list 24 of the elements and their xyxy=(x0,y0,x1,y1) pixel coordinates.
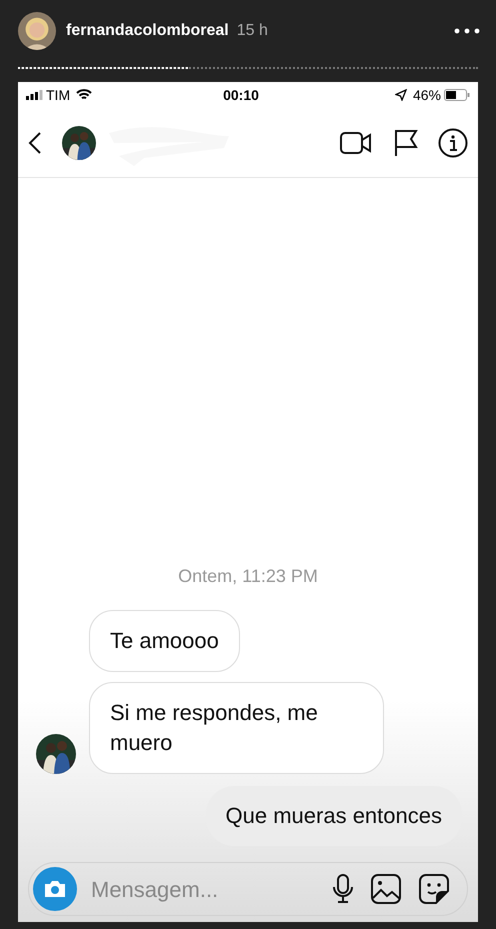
wifi-icon xyxy=(76,89,92,101)
microphone-icon[interactable] xyxy=(333,874,353,904)
camera-icon xyxy=(43,879,67,899)
video-call-icon[interactable] xyxy=(340,132,372,154)
clock-time: 00:10 xyxy=(223,86,259,104)
battery-icon xyxy=(444,89,470,101)
image-icon[interactable] xyxy=(371,874,401,904)
location-icon xyxy=(394,89,407,101)
post-time: 15 h xyxy=(236,21,268,41)
info-icon[interactable] xyxy=(438,128,468,158)
more-icon[interactable] xyxy=(454,28,480,34)
flag-icon[interactable] xyxy=(394,128,418,156)
camera-button[interactable] xyxy=(33,867,77,911)
message-timestamp: Ontem, 11:23 PM xyxy=(178,565,318,588)
username[interactable]: fernandacolomboreal xyxy=(66,19,229,43)
carrier-name: TIM xyxy=(46,86,70,104)
message-input[interactable]: Mensagem... xyxy=(91,872,333,906)
message-bubble: Te amoooo xyxy=(89,610,240,672)
sticker-icon[interactable] xyxy=(419,874,449,904)
battery-percent: 46% xyxy=(412,86,441,104)
signal-icon xyxy=(26,90,43,100)
message-bubble: Si me respondes, me muero xyxy=(89,682,384,774)
back-icon[interactable] xyxy=(28,130,42,154)
message-field[interactable]: Mensagem... xyxy=(28,862,468,916)
